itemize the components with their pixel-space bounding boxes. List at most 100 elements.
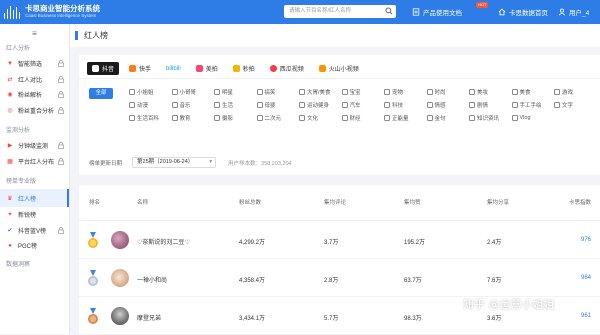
category-option[interactable]: 生活 [214,100,257,109]
category-icon [299,101,305,108]
sidebar-item-fan-overlap[interactable]: ◎ 粉丝重合分析 [0,103,69,119]
sidebar-item-bluev-rank[interactable]: ✔ 抖音蓝V榜 [0,223,69,239]
docs-label: 产品使用文档 [423,10,462,17]
category-option[interactable]: 时尚 [426,87,470,96]
sidebar-item-smart-filter[interactable]: ▼ 智能筛选 [0,56,69,72]
avg-comments: 3.7万 [324,240,339,246]
category-option[interactable]: 游戏 [554,87,597,96]
menu-toggle-icon[interactable]: ≡ [0,24,69,42]
category-option[interactable]: 财经 [341,113,385,122]
category-icon [299,114,305,121]
category-option[interactable]: 小姐姐 [129,87,172,96]
platform-tabs: 抖音 快手 bilibili 美拍 秒拍 西瓜视频 火山小视频 [79,55,600,79]
category-option[interactable]: 运动健身 [299,100,342,109]
tab-label: 秒拍 [242,67,255,73]
tab-kuaishou[interactable]: 快手 [124,62,156,75]
douyin-icon [92,65,99,72]
sidebar-item-platform-distribution[interactable]: ▦ 平台红人分布 [0,154,69,170]
sidebar-item-compare[interactable]: ⇄ 红人对比 [0,72,69,88]
category-option[interactable]: 美妆 [469,87,512,96]
category-option[interactable]: 明星 [214,87,257,96]
table-header: 排名 名称 粉丝总数 集均评论 集均赞 集均分享 卡思指数 [79,185,600,221]
category-option[interactable]: 摄影 [214,113,257,122]
sidebar-item-pgc-rank[interactable]: ● PGC榜 [0,238,69,254]
caasi-index[interactable]: 961 [581,313,591,319]
category-option[interactable]: 宠物 [384,87,427,96]
sidebar-item-fan-analysis[interactable]: ◉ 粉丝解析 [0,87,69,103]
avg-likes: 63.7万 [404,278,422,284]
avg-likes: 195.2万 [404,240,426,246]
col-fans[interactable]: 粉丝总数 [239,198,261,206]
category-option[interactable]: 二次元 [256,113,300,122]
category-option[interactable]: 正能量 [384,113,427,122]
category-option[interactable]: 知识资讯 [469,113,512,122]
logo-title: 卡思商业智能分析系统 [25,4,100,13]
category-option[interactable]: 汽车 [341,100,385,109]
col-likes[interactable]: 集均赞 [404,198,421,206]
category-option[interactable]: 文化 [299,113,342,122]
influencer-name[interactable]: 一禅小和尚 [137,275,167,284]
category-option[interactable]: 生活百科 [129,113,172,122]
compare-icon: ⇄ [7,76,13,83]
tab-huoshan[interactable]: 火山小视频 [314,62,364,75]
category-option[interactable]: 科技 [384,100,427,109]
tab-bilibili[interactable]: bilibili [161,62,186,75]
category-option[interactable]: 美食 [511,87,555,96]
category-option[interactable]: Vlog [511,113,555,122]
category-option[interactable]: 动漫 [129,100,172,109]
docs-link[interactable]: 产品使用文档 [412,0,462,24]
user-menu[interactable]: 用户_4 [558,0,589,24]
logo[interactable]: 卡思商业智能分析系统 Caasi Business Intelligence S… [4,5,154,19]
kuaishou-icon [129,65,137,72]
tab-miaopai[interactable]: 秒拍 [228,62,260,75]
distribution-icon: ▦ [7,158,13,165]
category-option[interactable]: 金句 [426,113,470,122]
date-select[interactable]: 第25期（2019-06-24） ▾ [132,157,217,168]
category-all-button[interactable]: 全部 [89,88,113,99]
avatar[interactable] [111,231,129,249]
home-link[interactable]: 卡思数据首页 [498,0,548,24]
avatar[interactable] [111,307,129,325]
category-option[interactable]: 手工手绘 [511,100,555,109]
meipai-icon [195,65,203,72]
date-value: 第25期（2019-06-24） [137,159,194,165]
category-option[interactable]: 情感 [426,100,470,109]
tab-douyin[interactable]: 抖音 [87,62,120,75]
category-label: 明星 [222,89,234,96]
top-bar: 卡思商业智能分析系统 Caasi Business Intelligence S… [0,0,600,24]
influencer-name[interactable]: ♡奈斯说的刘二豆♡ [137,237,190,246]
col-index[interactable]: 卡思指数 [569,198,591,206]
category-option[interactable]: 剧情 [469,100,512,109]
sidebar-item-rising-rank[interactable]: ✦ 新锐榜 [0,207,69,223]
silver-medal-icon [88,270,98,286]
category-icon [171,88,178,95]
sidebar-item-minute-monitor[interactable]: ▶ 分钟级监测 [0,138,69,154]
table-row[interactable]: 一禅小和尚 4,358.4万 2.8万 63.7万 7.6万 964 [79,259,600,297]
tab-meipai[interactable]: 美拍 [191,62,223,75]
category-option[interactable]: 大胃/美食 [299,87,342,96]
caasi-index[interactable]: 964 [581,275,591,281]
category-option[interactable]: 母婴 [256,100,300,109]
category-option[interactable]: 搞笑 [256,87,300,96]
category-label: 摄影 [222,115,234,122]
category-icon [554,88,560,95]
category-icon [129,101,135,108]
col-shares[interactable]: 集均分享 [487,198,509,206]
category-option[interactable]: 教育 [171,113,215,122]
sidebar-item-influencer-rank[interactable]: ♛ 红人榜 [0,189,69,207]
influencer-name[interactable]: 摩登兄弟 [137,313,161,322]
col-comments[interactable]: 集均评论 [324,198,346,206]
search-icon[interactable] [385,7,393,15]
category-option[interactable]: 音乐 [171,100,215,109]
search-input[interactable]: 请输入节目名称/红人名称 [284,5,396,18]
tab-xigua[interactable]: 西瓜视频 [265,62,309,75]
category-icon [469,114,475,121]
sidebar-item-label: 粉丝重合分析 [18,108,55,115]
avatar[interactable] [111,269,129,287]
table-row[interactable]: ♡奈斯说的刘二豆♡ 4,299.2万 3.7万 195.2万 2.4万 976 [79,221,600,259]
caasi-index[interactable]: 976 [581,237,591,243]
category-option[interactable]: 文字 [554,100,597,109]
lock-icon [58,226,64,234]
category-option[interactable]: 宝宝 [341,87,385,96]
category-option[interactable]: 小哥哥 [171,87,215,96]
